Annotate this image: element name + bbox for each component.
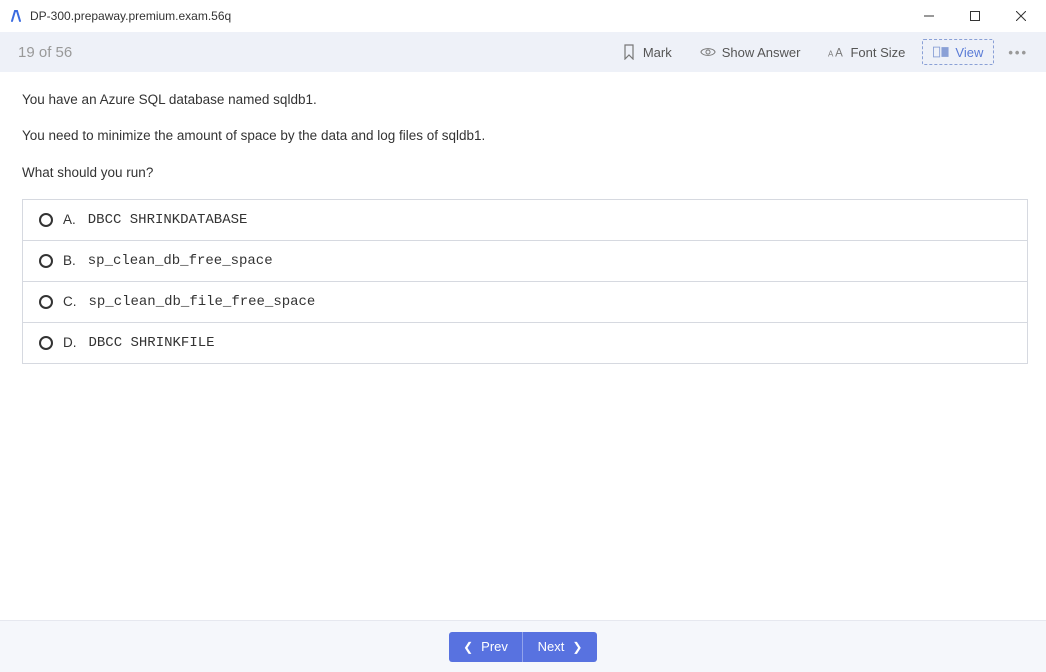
footer: ❮ Prev Next ❯ xyxy=(0,620,1046,672)
option-d[interactable]: D. DBCC SHRINKFILE xyxy=(23,323,1027,363)
question-area: You have an Azure SQL database named sql… xyxy=(0,72,1046,364)
toolbar: 19 of 56 Mark Show Answer AA Font Size V… xyxy=(0,32,1046,72)
more-button[interactable]: ••• xyxy=(1000,41,1036,64)
font-size-label: Font Size xyxy=(850,45,905,60)
view-label: View xyxy=(955,45,983,60)
prev-button[interactable]: ❮ Prev xyxy=(449,632,523,662)
toolbar-actions: Mark Show Answer AA Font Size View ••• xyxy=(610,39,1036,65)
radio-icon xyxy=(39,295,53,309)
progress-indicator: 19 of 56 xyxy=(18,44,610,61)
prev-label: Prev xyxy=(481,639,508,654)
options-list: A. DBCC SHRINKDATABASE B. sp_clean_db_fr… xyxy=(22,199,1028,364)
show-answer-label: Show Answer xyxy=(722,45,801,60)
window-title: DP-300.prepaway.premium.exam.56q xyxy=(30,9,906,23)
option-text: DBCC SHRINKFILE xyxy=(89,335,215,351)
window-controls xyxy=(906,0,1044,32)
option-c[interactable]: C. sp_clean_db_file_free_space xyxy=(23,282,1027,323)
show-answer-button[interactable]: Show Answer xyxy=(689,39,812,65)
question-line-2: You need to minimize the amount of space… xyxy=(22,126,1028,146)
next-button[interactable]: Next ❯ xyxy=(523,632,597,662)
font-size-icon: AA xyxy=(828,44,844,60)
radio-icon xyxy=(39,254,53,268)
option-text: sp_clean_db_file_free_space xyxy=(89,294,316,310)
font-size-button[interactable]: AA Font Size xyxy=(817,39,916,65)
option-letter: A. xyxy=(63,212,76,227)
option-text: sp_clean_db_free_space xyxy=(88,253,273,269)
chevron-right-icon: ❯ xyxy=(572,640,582,654)
option-letter: B. xyxy=(63,253,76,268)
close-button[interactable] xyxy=(998,0,1044,32)
mark-button[interactable]: Mark xyxy=(610,39,683,65)
next-label: Next xyxy=(538,639,565,654)
svg-text:A: A xyxy=(828,49,834,58)
radio-icon xyxy=(39,336,53,350)
option-letter: D. xyxy=(63,335,77,350)
view-icon xyxy=(933,44,949,60)
radio-icon xyxy=(39,213,53,227)
bookmark-icon xyxy=(621,44,637,60)
option-text: DBCC SHRINKDATABASE xyxy=(88,212,248,228)
titlebar: DP-300.prepaway.premium.exam.56q xyxy=(0,0,1046,32)
view-button[interactable]: View xyxy=(922,39,994,65)
svg-text:A: A xyxy=(836,47,844,59)
app-icon xyxy=(8,8,24,24)
minimize-button[interactable] xyxy=(906,0,952,32)
option-letter: C. xyxy=(63,294,77,309)
question-line-1: You have an Azure SQL database named sql… xyxy=(22,90,1028,110)
eye-icon xyxy=(700,44,716,60)
mark-label: Mark xyxy=(643,45,672,60)
option-a[interactable]: A. DBCC SHRINKDATABASE xyxy=(23,200,1027,241)
maximize-button[interactable] xyxy=(952,0,998,32)
chevron-left-icon: ❮ xyxy=(463,640,473,654)
nav-buttons: ❮ Prev Next ❯ xyxy=(449,632,597,662)
option-b[interactable]: B. sp_clean_db_free_space xyxy=(23,241,1027,282)
question-line-3: What should you run? xyxy=(22,163,1028,183)
